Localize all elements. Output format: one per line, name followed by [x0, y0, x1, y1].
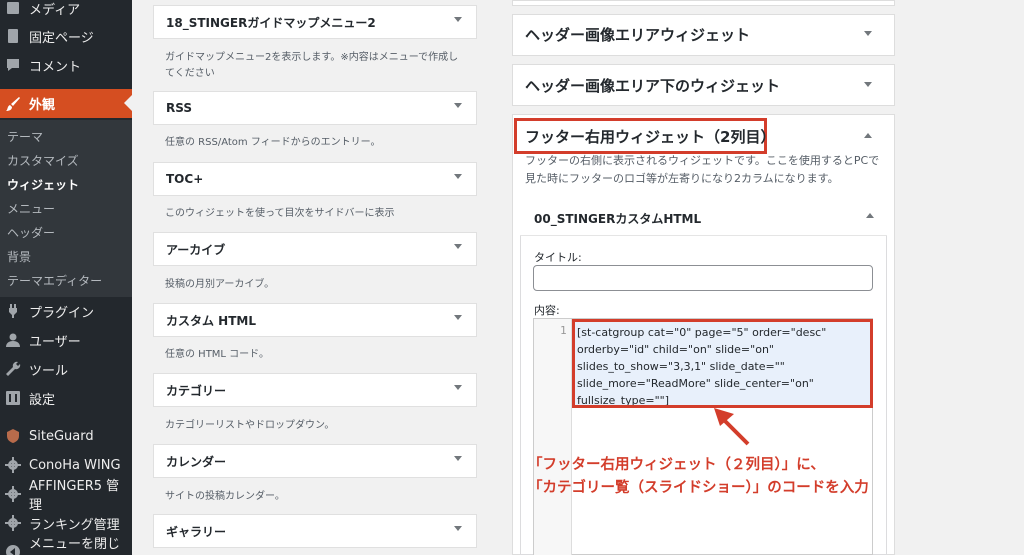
annotation-line-2: 「カテゴリー覧（スライドショー）」のコードを入力 — [528, 480, 869, 496]
admin-sidebar: メディア 固定ページ コメント 外観 テーマ カスタマイズ ウィジェット メニュ… — [0, 0, 132, 555]
menu-tools[interactable]: ツール — [0, 355, 132, 383]
widget-toc[interactable]: TOC+ — [153, 162, 477, 196]
chevron-down-icon[interactable] — [454, 315, 462, 320]
menu-affinger-label: AFFINGER5 管理 — [29, 479, 120, 513]
menu-pages[interactable]: 固定ページ — [0, 22, 132, 50]
chevron-down-icon[interactable] — [454, 17, 462, 22]
menu-media-label: メディア — [29, 2, 81, 18]
widget-description: ガイドマップメニュー2を表示します。※内容はメニューで作成してください — [165, 52, 459, 79]
chevron-down-icon[interactable] — [454, 103, 462, 108]
area-footer-right-desc: フッターの右側に表示されるウィジェットです。ここを使用するとPCで見た時にフッタ… — [525, 154, 880, 185]
widget-title: アーカイブ — [166, 242, 226, 257]
widget-rss[interactable]: RSS — [153, 91, 477, 125]
submenu-customize[interactable]: カスタマイズ — [7, 152, 79, 169]
chevron-down-icon[interactable] — [454, 526, 462, 531]
collapse-icon — [5, 544, 21, 555]
chevron-down-icon[interactable] — [454, 174, 462, 179]
chevron-down-icon[interactable] — [454, 244, 462, 249]
widget-title: カレンダー — [166, 454, 227, 469]
appearance-submenu: テーマ カスタマイズ ウィジェット メニュー ヘッダー 背景 テーマエディター — [0, 120, 132, 297]
title-field[interactable] — [533, 265, 873, 291]
media-icon — [5, 0, 21, 16]
widget-title: 18_STINGERガイドマップメニュー2 — [166, 15, 376, 30]
annotation-line-1: 「フッター右用ウィジェット（２列目）」に、 — [528, 457, 825, 473]
chevron-down-icon[interactable] — [864, 31, 872, 36]
menu-ranking-label: ランキング管理 — [29, 517, 120, 533]
menu-plugins-label: プラグイン — [29, 305, 95, 321]
annotation-arrow-icon — [714, 408, 750, 446]
submenu-background[interactable]: 背景 — [7, 248, 31, 265]
content-field-label: 内容: — [534, 304, 560, 317]
custom-html-widget-title[interactable]: 00_STINGERカスタムHTML — [534, 210, 701, 227]
widget-description: サイトの投稿カレンダー。 — [165, 491, 285, 502]
code-highlight-box — [572, 319, 873, 408]
submenu-menus[interactable]: メニュー — [7, 200, 55, 217]
widget-custom-html[interactable]: カスタム HTML — [153, 303, 477, 337]
menu-settings[interactable]: 設定 — [0, 384, 132, 412]
menu-collapse-label: メニューを閉じる — [29, 537, 121, 552]
gear-icon — [5, 457, 21, 473]
widget-calendar[interactable]: カレンダー — [153, 444, 477, 478]
menu-tools-label: ツール — [29, 363, 69, 379]
widget-description: カテゴリーリストやドロップダウン。 — [165, 420, 335, 431]
siteguard-icon — [5, 428, 21, 444]
menu-comments-label: コメント — [29, 59, 82, 75]
widget-title: RSS — [166, 101, 192, 115]
widget-description: このウィジェットを使って目次をサイドバーに表示 — [165, 208, 395, 219]
widget-title: カテゴリー — [166, 383, 227, 398]
menu-affinger[interactable]: AFFINGER5 管理 — [0, 479, 132, 513]
widget-title: ギャラリー — [166, 524, 227, 539]
widget-guidemap-menu2[interactable]: 18_STINGERガイドマップメニュー2 — [153, 5, 477, 39]
code-gutter — [534, 319, 572, 555]
gear-icon — [5, 486, 21, 502]
menu-users-label: ユーザー — [29, 334, 81, 350]
area-footer-right-title[interactable]: フッター右用ウィジェット（2列目） — [525, 126, 775, 147]
widget-title: TOC+ — [166, 172, 204, 186]
widget-description: 任意の RSS/Atom フィードからのエントリー。 — [165, 137, 381, 148]
widget-categories[interactable]: カテゴリー — [153, 373, 477, 407]
chevron-up-icon[interactable] — [864, 133, 872, 138]
chevron-down-icon[interactable] — [864, 82, 872, 87]
widget-gallery[interactable]: ギャラリー — [153, 514, 477, 548]
menu-appearance-label: 外観 — [29, 98, 56, 113]
area-previous — [512, 0, 895, 6]
menu-siteguard[interactable]: SiteGuard — [0, 422, 132, 450]
widget-title: カスタム HTML — [166, 313, 256, 328]
menu-comments[interactable]: コメント — [0, 51, 132, 79]
title-field-label: タイトル: — [534, 251, 582, 264]
menu-settings-label: 設定 — [29, 392, 56, 408]
chevron-down-icon[interactable] — [454, 385, 462, 390]
chevron-down-icon[interactable] — [454, 456, 462, 461]
area-below-header-title[interactable]: ヘッダー画像エリア下のウィジェット — [525, 75, 780, 96]
menu-siteguard-label: SiteGuard — [29, 428, 94, 444]
submenu-theme-editor[interactable]: テーマエディター — [7, 272, 102, 289]
settings-icon — [5, 390, 21, 406]
brush-icon — [5, 96, 21, 112]
widget-description: 任意の HTML コード。 — [165, 349, 269, 360]
line-number: 1 — [560, 324, 567, 337]
wrench-icon — [5, 361, 21, 377]
widget-archives[interactable]: アーカイブ — [153, 232, 477, 266]
menu-collapse[interactable]: メニューを閉じる — [0, 537, 132, 555]
submenu-header[interactable]: ヘッダー — [7, 224, 55, 241]
menu-users[interactable]: ユーザー — [0, 326, 132, 354]
menu-plugins[interactable]: プラグイン — [0, 297, 132, 325]
chevron-up-icon[interactable] — [866, 213, 874, 218]
user-icon — [5, 332, 21, 348]
menu-appearance[interactable]: 外観 — [0, 89, 132, 118]
menu-conoha-label: ConoHa WING — [29, 457, 121, 473]
widget-description: 投稿の月別アーカイブ。 — [165, 279, 275, 290]
submenu-widgets[interactable]: ウィジェット — [7, 176, 79, 193]
annotation-text: 「フッター右用ウィジェット（２列目）」に、 「カテゴリー覧（スライドショー）」の… — [528, 454, 869, 500]
page-icon — [5, 28, 21, 44]
area-header-image-title[interactable]: ヘッダー画像エリアウィジェット — [525, 24, 750, 45]
comment-icon — [5, 57, 21, 73]
submenu-themes[interactable]: テーマ — [7, 128, 43, 145]
gear-icon — [5, 515, 21, 531]
plugin-icon — [5, 303, 21, 319]
menu-pages-label: 固定ページ — [29, 30, 94, 46]
menu-media[interactable]: メディア — [0, 0, 132, 22]
